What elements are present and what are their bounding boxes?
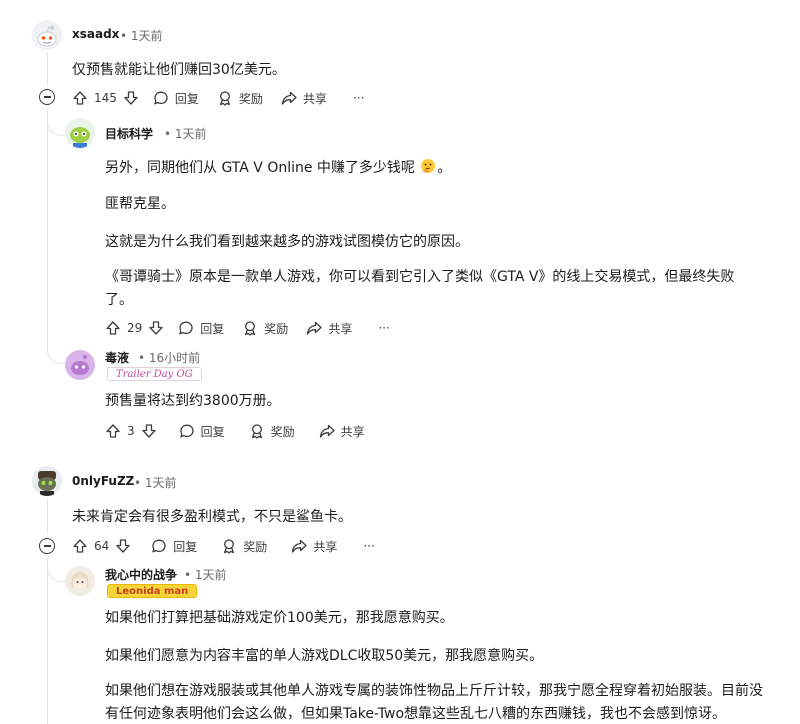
- vote-count: 3: [127, 424, 135, 438]
- share-button[interactable]: 共享: [306, 320, 352, 337]
- avatar[interactable]: [65, 118, 95, 148]
- share-button[interactable]: 共享: [319, 423, 365, 440]
- comment-text: 匪帮克星。: [105, 196, 175, 212]
- more-options-button[interactable]: ···: [353, 91, 364, 105]
- username[interactable]: 我心中的战争: [105, 566, 177, 583]
- downvote-icon: [123, 90, 139, 106]
- comment-text: 《哥谭骑士》原本是一款单人游戏，你可以看到它引入了类似《GTA V》的线上交易模…: [105, 269, 735, 308]
- upvote-icon: [72, 538, 88, 554]
- reply-icon: [179, 423, 195, 439]
- downvote-icon: [148, 320, 164, 336]
- reply-button[interactable]: 回复: [178, 320, 224, 337]
- username[interactable]: 0nlyFuZZ: [72, 474, 134, 488]
- reply-button[interactable]: 回复: [179, 423, 225, 440]
- downvote-button[interactable]: [115, 538, 131, 554]
- vote-count: 64: [94, 539, 110, 553]
- upvote-icon: [105, 423, 121, 439]
- more-options-button[interactable]: ···: [378, 321, 389, 335]
- timestamp: • 1天前: [120, 29, 163, 43]
- upvote-button[interactable]: [105, 423, 121, 439]
- award-button[interactable]: 奖励: [221, 538, 267, 555]
- reply-button[interactable]: 回复: [153, 90, 199, 107]
- comment-actions: 29 回复 奖励 共享 ···: [105, 317, 390, 339]
- timestamp: • 1天前: [134, 476, 177, 490]
- award-icon: [249, 423, 265, 439]
- award-icon: [217, 90, 233, 106]
- minus-icon: [43, 96, 51, 98]
- avatar-snoo-icon: [38, 471, 56, 496]
- comment-text: 这就是为什么我们看到越来越多的游戏试图模仿它的原因。: [105, 234, 469, 250]
- share-button[interactable]: 共享: [291, 538, 337, 555]
- username[interactable]: xsaadx: [72, 27, 119, 41]
- share-icon: [306, 320, 322, 336]
- comment-text: 如果他们想在游戏服装或其他单人游戏专属的装饰性物品上斤斤计较，那我宁愿全程穿着初…: [105, 683, 763, 722]
- award-button[interactable]: 奖励: [249, 423, 295, 440]
- thread-line: [47, 498, 48, 534]
- upvote-icon: [72, 90, 88, 106]
- downvote-icon: [141, 423, 157, 439]
- thread-branch: [47, 566, 65, 582]
- share-icon: [291, 538, 307, 554]
- timestamp: • 16小时前: [138, 351, 201, 365]
- upvote-button[interactable]: [72, 90, 88, 106]
- avatar-snoo-icon: [71, 572, 89, 589]
- avatar[interactable]: [32, 466, 62, 496]
- thread-line: [47, 52, 48, 86]
- share-icon: [319, 423, 335, 439]
- comment-text: 另外，同期他们从 GTA V Online 中赚了多少钱呢 。: [105, 159, 452, 176]
- upvote-button[interactable]: [72, 538, 88, 554]
- collapse-thread-button[interactable]: [39, 89, 55, 105]
- comment-text: 未来肯定会有很多盈利模式，不只是鲨鱼卡。: [72, 509, 352, 525]
- upvote-icon: [105, 320, 121, 336]
- reply-icon: [153, 90, 169, 106]
- reply-icon: [178, 320, 194, 336]
- thinking-emoji-icon: [421, 159, 436, 173]
- comment-text: 如果他们打算把基础游戏定价100美元，那我愿意购买。: [105, 610, 454, 626]
- thread-line: [47, 108, 48, 336]
- avatar[interactable]: [32, 20, 62, 50]
- thread-branch: [47, 336, 65, 364]
- vote-count: 145: [94, 91, 117, 105]
- upvote-button[interactable]: [105, 320, 121, 336]
- avatar-snoo-icon: [70, 127, 90, 148]
- share-icon: [281, 90, 297, 106]
- minus-icon: [43, 545, 51, 547]
- username[interactable]: 毒液: [105, 349, 129, 366]
- vote-count: 29: [127, 321, 143, 335]
- downvote-button[interactable]: [123, 90, 139, 106]
- comment-text: 预售量将达到约3800万册。: [105, 393, 281, 409]
- comment-actions: 64 回复 奖励 共享 ···: [72, 535, 375, 557]
- downvote-button[interactable]: [148, 320, 164, 336]
- username[interactable]: 目标科学: [105, 125, 153, 142]
- avatar-snoo-icon: [37, 26, 57, 47]
- collapse-thread-button[interactable]: [39, 538, 55, 554]
- reply-icon: [151, 538, 167, 554]
- thread-line: [47, 558, 48, 724]
- more-options-button[interactable]: ···: [363, 539, 374, 553]
- reply-button[interactable]: 回复: [151, 538, 197, 555]
- comment-text: 如果他们愿意为内容丰富的单人游戏DLC收取50美元，那我愿意购买。: [105, 648, 544, 664]
- comment-actions: 145 回复 奖励 共享 ···: [72, 87, 364, 109]
- share-button[interactable]: 共享: [281, 90, 327, 107]
- timestamp: • 1天前: [164, 127, 207, 141]
- avatar-snoo-icon: [71, 355, 89, 375]
- award-button[interactable]: 奖励: [217, 90, 263, 107]
- thread-branch: [47, 120, 65, 136]
- comment-text: 仅预售就能让他们赚回30亿美元。: [72, 62, 286, 78]
- user-flair: Leonida man: [107, 584, 198, 598]
- award-icon: [242, 320, 258, 336]
- comment-actions: 3 回复 奖励 共享: [105, 420, 365, 442]
- avatar[interactable]: [65, 350, 95, 380]
- downvote-icon: [115, 538, 131, 554]
- user-flair: Trailer Day OG: [107, 367, 202, 381]
- timestamp: • 1天前: [184, 568, 227, 582]
- downvote-button[interactable]: [141, 423, 157, 439]
- award-button[interactable]: 奖励: [242, 320, 288, 337]
- avatar[interactable]: [65, 566, 95, 596]
- award-icon: [221, 538, 237, 554]
